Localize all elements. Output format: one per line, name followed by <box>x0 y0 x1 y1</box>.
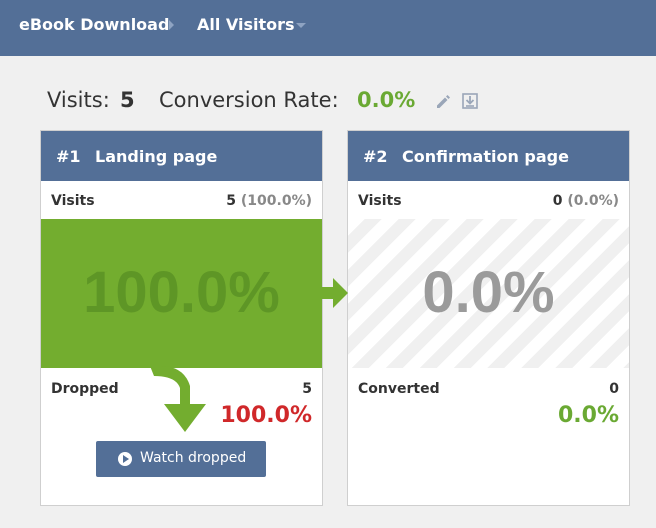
dropped-percent: 100.0% <box>220 403 312 428</box>
visits-percent: (0.0%) <box>567 193 619 209</box>
breadcrumb-separator-icon <box>169 20 174 30</box>
chevron-down-icon[interactable] <box>296 23 306 28</box>
top-bar: eBook Download All Visitors <box>0 0 656 56</box>
dropped-label: Dropped <box>51 381 119 397</box>
step-header: #1 Landing page <box>41 131 322 181</box>
funnel-bar: 100.0% <box>41 219 322 368</box>
watch-dropped-label: Watch dropped <box>140 450 247 466</box>
converted-percent: 0.0% <box>557 403 619 428</box>
step-header: #2 Confirmation page <box>348 131 629 181</box>
converted-count: 0 <box>609 381 619 397</box>
step-title: Landing page <box>95 147 218 166</box>
conversion-rate-label: Conversion Rate: <box>159 88 339 112</box>
step-title: Confirmation page <box>402 147 569 166</box>
breadcrumb-funnel[interactable]: eBook Download <box>19 15 169 34</box>
funnel-bar-empty: 0.0% <box>348 219 629 368</box>
flow-arrow-right-icon <box>320 278 348 308</box>
visits-row-value: 5 (100.0%) <box>226 193 312 209</box>
visits-row-label: Visits <box>51 193 95 209</box>
step-number: #1 <box>56 147 81 166</box>
play-icon <box>118 452 132 466</box>
visits-percent: (100.0%) <box>240 193 312 209</box>
converted-label: Converted <box>358 381 440 397</box>
dropped-arrow-down-icon <box>150 366 206 432</box>
conversion-rate-value: 0.0% <box>357 88 416 112</box>
visits-count: 5 <box>226 193 237 209</box>
visits-count: 0 <box>552 193 563 209</box>
step-big-percent: 0.0% <box>422 260 555 325</box>
step-big-percent: 100.0% <box>83 260 280 325</box>
watch-dropped-button[interactable]: Watch dropped <box>96 441 266 477</box>
step-number: #2 <box>363 147 388 166</box>
visits-row-label: Visits <box>358 193 402 209</box>
breadcrumb-segment[interactable]: All Visitors <box>197 15 295 34</box>
visits-value: 5 <box>120 88 135 112</box>
visits-row-value: 0 (0.0%) <box>553 193 619 209</box>
dropped-count: 5 <box>302 381 312 397</box>
pencil-icon[interactable] <box>434 92 452 110</box>
visits-label: Visits: <box>47 88 110 112</box>
download-icon[interactable] <box>461 92 479 110</box>
funnel-step-card-confirmation: #2 Confirmation page Visits 0 (0.0%) 0.0… <box>347 130 630 506</box>
funnel-step-card-landing: #1 Landing page Visits 5 (100.0%) 100.0%… <box>40 130 323 506</box>
